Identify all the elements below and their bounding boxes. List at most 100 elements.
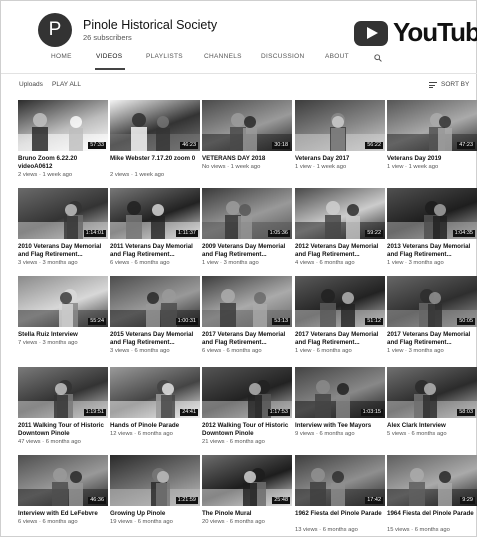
youtube-logo-icon[interactable]: YouTube	[354, 14, 477, 54]
video-thumbnail[interactable]: 24:41	[110, 367, 200, 418]
video-thumbnail[interactable]: 55:24	[18, 276, 108, 327]
video-thumbnail[interactable]: 1:19:51	[18, 367, 108, 418]
tab-home[interactable]: HOME	[51, 53, 72, 60]
video-card[interactable]: 55:24 Stella Ruiz Interview 7 views · 3 mo…	[18, 276, 108, 364]
video-title[interactable]: The Pinole Mural	[202, 510, 292, 518]
video-card[interactable]: 30:18 VETERANS DAY 2018 No views · 1 week …	[202, 100, 292, 188]
video-thumbnail[interactable]: 1:00:31	[110, 276, 200, 327]
video-meta: 21 views · 6 months ago	[202, 439, 265, 445]
video-card[interactable]: 25:48 The Pinole Mural 20 views · 6 months…	[202, 455, 292, 537]
tab-videos[interactable]: VIDEOS	[96, 53, 122, 60]
video-card[interactable]: 46:23 Mike Webster 7.17.20 zoom 0 2 views …	[110, 100, 200, 188]
video-thumbnail[interactable]: 59:22	[295, 188, 385, 239]
video-card[interactable]: 56:22 Veterans Day 2017 1 view · 1 week ag…	[295, 100, 385, 188]
tab-about[interactable]: ABOUT	[325, 53, 349, 60]
video-thumbnail[interactable]: 1:14:01	[18, 188, 108, 239]
video-title[interactable]: Hands of Pinole Parade	[110, 422, 200, 430]
video-thumbnail[interactable]: 58:03	[387, 367, 477, 418]
video-card[interactable]: 1:04:35 2013 Veterans Day Memorial and Fl…	[387, 188, 477, 276]
video-thumbnail[interactable]: 57:33	[18, 100, 108, 151]
video-thumbnail[interactable]: 25:48	[202, 455, 292, 506]
video-card[interactable]: 53:13 2017 Veterans Day Memorial and Flag…	[202, 276, 292, 364]
video-title[interactable]: Interview with Ed LeFebvre	[18, 510, 108, 518]
video-thumbnail[interactable]: 53:13	[202, 276, 292, 327]
video-title[interactable]: 2009 Veterans Day Memorial and Flag Reti…	[202, 243, 292, 258]
video-thumbnail[interactable]: 1:21:59	[110, 455, 200, 506]
video-card[interactable]: 1:11:37 2011 Veterans Day Memorial and Fl…	[110, 188, 200, 276]
video-meta: 2 views · 1 week ago	[18, 172, 73, 178]
video-card[interactable]: 9:29 1964 Fiesta del Pinole Parade 15 view…	[387, 455, 477, 537]
video-title[interactable]: Veterans Day 2017	[295, 155, 385, 163]
video-card[interactable]: 50:05 2017 Veterans Day Memorial and Flag…	[387, 276, 477, 364]
video-title[interactable]: 2012 Walking Tour of Historic Downtown P…	[202, 422, 292, 437]
video-card[interactable]: 59:22 2012 Veterans Day Memorial and Flag…	[295, 188, 385, 276]
video-title[interactable]: Mike Webster 7.17.20 zoom 0	[110, 155, 200, 163]
video-meta: 20 views · 6 months ago	[202, 519, 265, 525]
video-title[interactable]: Interview with Tee Mayors	[295, 422, 385, 430]
video-title[interactable]: 2015 Veterans Day Memorial and Flag Reti…	[110, 331, 200, 346]
video-title[interactable]: Growing Up Pinole	[110, 510, 200, 518]
video-title[interactable]: Alex Clark Interview	[387, 422, 477, 430]
video-duration: 1:21:59	[175, 497, 198, 504]
video-card[interactable]: 51:12 2017 Veterans Day Memorial and Flag…	[295, 276, 385, 364]
tab-playlists[interactable]: PLAYLISTS	[146, 53, 183, 60]
video-thumbnail[interactable]: 9:29	[387, 455, 477, 506]
play-all-button[interactable]: PLAY ALL	[52, 81, 81, 88]
video-title[interactable]: 1964 Fiesta del Pinole Parade	[387, 510, 477, 518]
video-duration: 1:03:15	[360, 409, 383, 416]
video-title[interactable]: 2017 Veterans Day Memorial and Flag Reti…	[202, 331, 292, 346]
video-title[interactable]: Veterans Day 2019	[387, 155, 477, 163]
video-thumbnail[interactable]: 46:23	[110, 100, 200, 151]
video-thumbnail[interactable]: 1:17:53	[202, 367, 292, 418]
video-meta: 6 views · 6 months ago	[18, 519, 78, 525]
video-thumbnail[interactable]: 56:22	[295, 100, 385, 151]
video-duration: 55:24	[88, 318, 106, 325]
video-thumbnail[interactable]: 1:05:36	[202, 188, 292, 239]
video-card[interactable]: 1:00:31 2015 Veterans Day Memorial and Fl…	[110, 276, 200, 364]
uploads-label[interactable]: Uploads	[19, 81, 43, 88]
sort-icon[interactable]	[429, 82, 437, 88]
search-icon[interactable]	[374, 54, 382, 62]
sort-by-button[interactable]: SORT BY	[441, 81, 469, 88]
channel-avatar[interactable]: P	[38, 13, 72, 47]
video-title[interactable]: 1962 Fiesta del Pinole Parade	[295, 510, 385, 518]
video-card[interactable]: 1:03:15 Interview with Tee Mayors 9 views …	[295, 367, 385, 455]
video-title[interactable]: VETERANS DAY 2018	[202, 155, 292, 163]
video-title[interactable]: 2013 Veterans Day Memorial and Flag Reti…	[387, 243, 477, 258]
video-card[interactable]: 1:17:53 2012 Walking Tour of Historic Dow…	[202, 367, 292, 455]
video-card[interactable]: 1:14:01 2010 Veterans Day Memorial and Fl…	[18, 188, 108, 276]
video-thumbnail[interactable]: 1:03:15	[295, 367, 385, 418]
video-duration: 25:48	[272, 497, 290, 504]
video-duration: 46:23	[180, 142, 198, 149]
video-thumbnail[interactable]: 51:12	[295, 276, 385, 327]
video-title[interactable]: 2011 Veterans Day Memorial and Flag Reti…	[110, 243, 200, 258]
video-title[interactable]: Stella Ruiz Interview	[18, 331, 108, 339]
video-card[interactable]: 17:42 1962 Fiesta del Pinole Parade 13 vie…	[295, 455, 385, 537]
video-meta: 5 views · 6 months ago	[387, 431, 447, 437]
video-title[interactable]: 2017 Veterans Day Memorial and Flag Reti…	[387, 331, 477, 346]
video-card[interactable]: 24:41 Hands of Pinole Parade 12 views · 6 …	[110, 367, 200, 455]
video-thumbnail[interactable]: 17:42	[295, 455, 385, 506]
video-card[interactable]: 1:19:51 2011 Walking Tour of Historic Dow…	[18, 367, 108, 455]
video-thumbnail[interactable]: 1:11:37	[110, 188, 200, 239]
video-card[interactable]: 47:23 Veterans Day 2019 1 view · 1 week ag…	[387, 100, 477, 188]
video-card[interactable]: 58:03 Alex Clark Interview 5 views · 6 mon…	[387, 367, 477, 455]
video-card[interactable]: 1:05:36 2009 Veterans Day Memorial and Fl…	[202, 188, 292, 276]
video-title[interactable]: 2017 Veterans Day Memorial and Flag Reti…	[295, 331, 385, 346]
video-title[interactable]: 2010 Veterans Day Memorial and Flag Reti…	[18, 243, 108, 258]
video-thumbnail[interactable]: 47:23	[387, 100, 477, 151]
video-thumbnail[interactable]: 1:04:35	[387, 188, 477, 239]
video-thumbnail[interactable]: 50:05	[387, 276, 477, 327]
video-thumbnail[interactable]: 46:36	[18, 455, 108, 506]
video-card[interactable]: 57:33 Bruno Zoom 6.22.20 videoA0612 2 view…	[18, 100, 108, 188]
video-card[interactable]: 1:21:59 Growing Up Pinole 19 views · 6 mon…	[110, 455, 200, 537]
active-tab-indicator	[95, 68, 125, 70]
video-title[interactable]: 2011 Walking Tour of Historic Downtown P…	[18, 422, 108, 437]
video-title[interactable]: Bruno Zoom 6.22.20 videoA0612	[18, 155, 108, 170]
video-card[interactable]: 46:36 Interview with Ed LeFebvre 6 views ·…	[18, 455, 108, 537]
video-title[interactable]: 2012 Veterans Day Memorial and Flag Reti…	[295, 243, 385, 258]
video-thumbnail[interactable]: 30:18	[202, 100, 292, 151]
tab-channels[interactable]: CHANNELS	[204, 53, 242, 60]
tab-discussion[interactable]: DISCUSSION	[261, 53, 304, 60]
video-meta: 1 view · 3 months ago	[202, 260, 259, 266]
